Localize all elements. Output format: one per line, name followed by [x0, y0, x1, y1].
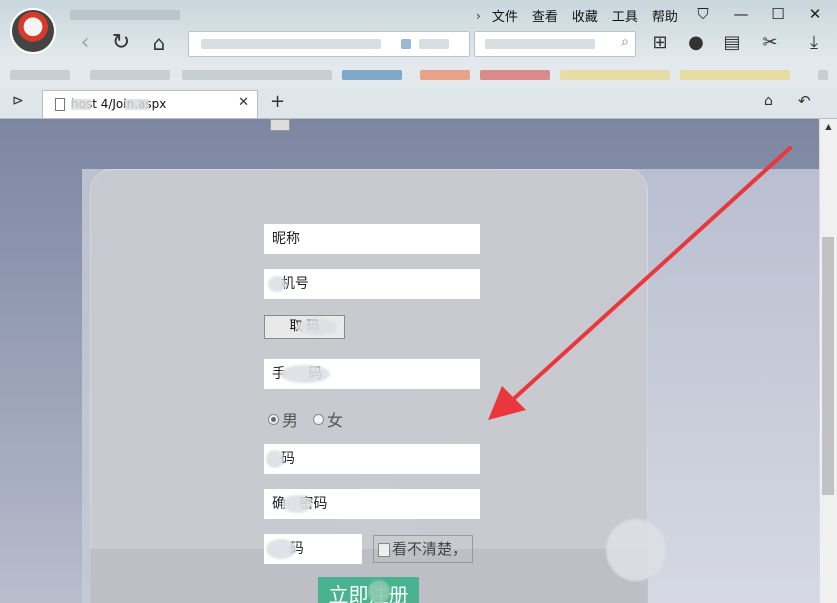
url-blurred-tail: [419, 39, 449, 49]
refresh-icon[interactable]: ↻: [108, 30, 134, 56]
account-icon[interactable]: ●: [682, 30, 710, 56]
user-avatar[interactable]: [10, 8, 56, 54]
page-viewport: 取 码 男 女 看不清楚， 立即注册: [0, 119, 819, 603]
menu-favorites[interactable]: 收藏: [565, 6, 605, 25]
back-icon[interactable]: ‹: [72, 30, 98, 56]
bookmark-item[interactable]: [560, 70, 670, 80]
radio-male[interactable]: [268, 413, 279, 425]
close-window-button[interactable]: ✕: [801, 4, 829, 24]
menu-view[interactable]: 查看: [525, 6, 565, 25]
broken-image-icon: [270, 119, 290, 131]
background-right: [640, 169, 819, 603]
tab-join[interactable]: host 4/Join.aspx ✕: [42, 90, 258, 118]
blur-mask: [266, 450, 284, 468]
trash-icon[interactable]: ⌂: [764, 93, 773, 109]
reader-icon[interactable]: ▤: [718, 30, 746, 56]
captcha-image[interactable]: 看不清楚，: [373, 535, 473, 563]
bookmark-item[interactable]: [10, 70, 70, 80]
blur-mask: [268, 276, 286, 292]
url-blurred-icon: [401, 39, 411, 49]
gender-female-label: 女: [327, 411, 344, 430]
password-input[interactable]: [264, 444, 480, 474]
scroll-thumb[interactable]: [822, 237, 834, 495]
menu-file[interactable]: 文件: [485, 6, 525, 25]
captcha-alt-text: 看不清楚，: [392, 540, 468, 558]
url-blurred: [201, 39, 381, 49]
menu-help[interactable]: 帮助: [645, 6, 685, 25]
nickname-input[interactable]: [264, 224, 480, 254]
menu-bar: › 文件 查看 收藏 工具 帮助: [476, 6, 685, 26]
bookmark-item[interactable]: [342, 70, 402, 80]
broken-image-icon: [378, 542, 390, 557]
menu-tools[interactable]: 工具: [605, 6, 645, 25]
gender-male-label: 男: [282, 411, 299, 430]
bookmarks-more[interactable]: [818, 70, 828, 80]
bookmark-item[interactable]: [420, 70, 470, 80]
address-bar[interactable]: [188, 31, 470, 57]
bookmark-item[interactable]: [182, 70, 332, 80]
bookmarks-bar: [0, 62, 837, 88]
apps-grid-icon[interactable]: ⊞: [646, 30, 674, 56]
gender-female-option[interactable]: 女: [313, 407, 343, 431]
blur-mask: [266, 539, 296, 559]
blur-mask: [368, 580, 390, 603]
screenshot-scissors-icon[interactable]: ✂: [756, 30, 784, 56]
bookmark-item[interactable]: [480, 70, 550, 80]
blur-mask: [296, 319, 338, 335]
window-title-blurred: [70, 10, 180, 20]
undo-close-icon[interactable]: ↶: [798, 92, 811, 110]
home-icon[interactable]: ⌂: [146, 30, 172, 56]
tab-title-blur: [125, 99, 149, 110]
minimize-button[interactable]: —: [727, 4, 755, 24]
sidebar-toggle-icon[interactable]: ⊳: [12, 93, 24, 109]
blur-mask: [282, 495, 312, 513]
radio-female[interactable]: [313, 413, 324, 425]
search-icon[interactable]: ⌕: [621, 34, 629, 50]
new-tab-icon[interactable]: +: [270, 91, 285, 112]
bookmark-item[interactable]: [680, 70, 790, 80]
browser-title-bar: › 文件 查看 收藏 工具 帮助 ⛉ — ☐ ✕ ‹ ↻ ⌂ ⌕ ⊞ ● ▤ ✂…: [0, 0, 837, 62]
search-box[interactable]: ⌕: [474, 31, 636, 57]
page-icon: [55, 98, 65, 111]
scroll-up-arrow-icon[interactable]: ▲: [820, 119, 837, 135]
search-blurred: [485, 39, 595, 49]
gender-male-option[interactable]: 男: [268, 407, 298, 431]
vertical-scrollbar[interactable]: ▲: [819, 119, 837, 603]
blur-mask: [606, 519, 666, 581]
skin-icon[interactable]: ⛉: [689, 4, 717, 24]
phone-input[interactable]: [264, 269, 480, 299]
chevron-right-icon[interactable]: ›: [476, 9, 485, 23]
bookmark-item[interactable]: [90, 70, 170, 80]
maximize-button[interactable]: ☐: [764, 4, 792, 24]
download-icon[interactable]: ⤓: [800, 30, 828, 56]
blur-mask: [280, 365, 330, 383]
tab-strip: ⊳ host 4/Join.aspx ✕ + ⌂ ↶: [0, 88, 837, 119]
tab-title-blur: [71, 99, 91, 110]
close-tab-icon[interactable]: ✕: [238, 95, 249, 110]
